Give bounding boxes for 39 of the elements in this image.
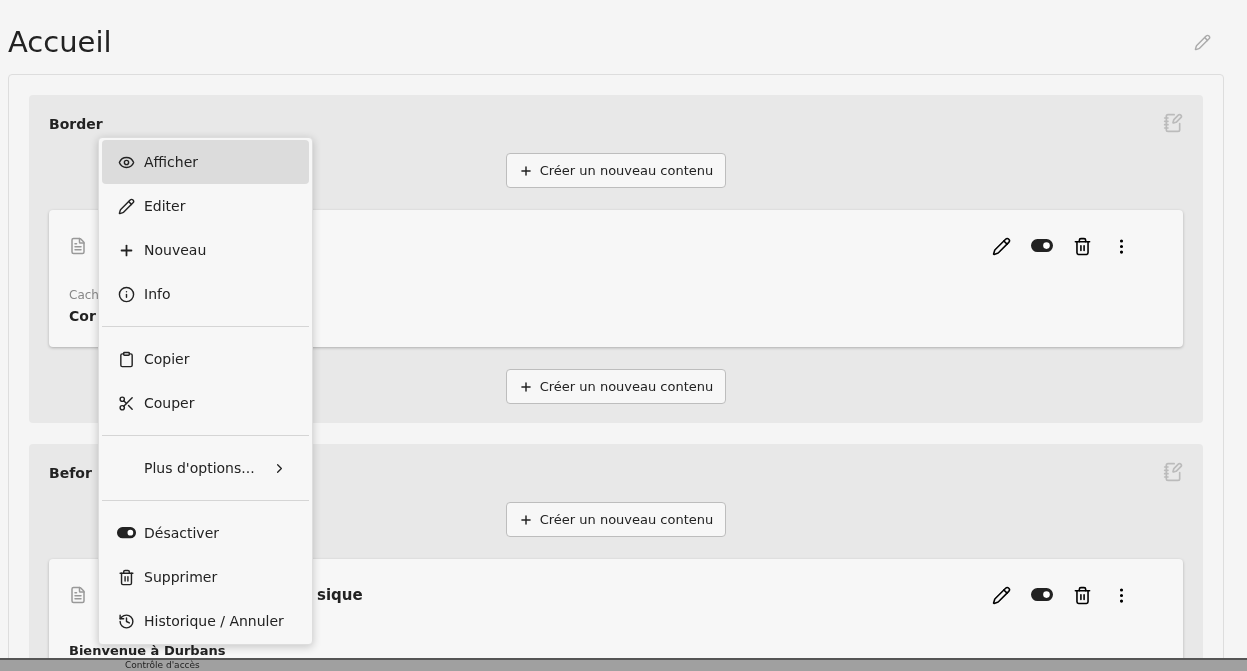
delete-icon[interactable] (1073, 585, 1092, 605)
card-text: Cor (69, 308, 96, 324)
pencil-icon (118, 197, 135, 215)
create-content-button[interactable]: Créer un nouveau contenu (505, 502, 727, 537)
card-label: Cach (69, 288, 99, 302)
plus-icon (518, 379, 533, 394)
toggle-icon[interactable] (1031, 239, 1053, 253)
create-content-button[interactable]: Créer un nouveau contenu (505, 369, 727, 404)
trash-icon (118, 568, 135, 586)
section-heading: Befor (49, 464, 92, 482)
bottom-bar-label: Contrôle d'accès (125, 661, 200, 670)
plus-icon (518, 163, 533, 178)
menu-item[interactable]: Historique / Annuler (102, 599, 309, 643)
card-title: sique (317, 584, 363, 606)
create-content-button[interactable]: Créer un nouveau contenu (505, 153, 727, 188)
menu-item[interactable]: Afficher (102, 140, 309, 184)
clipboard-icon (118, 350, 135, 368)
edit-icon[interactable] (992, 585, 1011, 605)
card-text: Bienvenue à Durbans (69, 645, 226, 657)
page-title: Accueil (8, 24, 112, 60)
document-icon (69, 237, 87, 255)
document-icon (69, 586, 87, 604)
toggle-icon (117, 527, 136, 539)
menu-item[interactable]: Editer (102, 184, 309, 228)
menu-item[interactable]: Info (102, 272, 309, 316)
section-heading: Border (49, 115, 103, 133)
info-icon (118, 285, 135, 303)
plus-icon (518, 512, 533, 527)
delete-icon[interactable] (1073, 236, 1092, 256)
menu-item[interactable]: Désactiver (102, 511, 309, 555)
edit-icon[interactable] (992, 236, 1011, 256)
scissors-icon (118, 394, 135, 412)
history-icon (118, 612, 135, 630)
menu-item[interactable]: Nouveau (102, 228, 309, 272)
toggle-icon[interactable] (1031, 588, 1053, 602)
menu-item[interactable]: Plus d'options... (102, 446, 309, 490)
menu-item[interactable]: Couper (102, 381, 309, 425)
menu-item[interactable]: Copier (102, 337, 309, 381)
menu-item[interactable]: Supprimer (102, 555, 309, 599)
